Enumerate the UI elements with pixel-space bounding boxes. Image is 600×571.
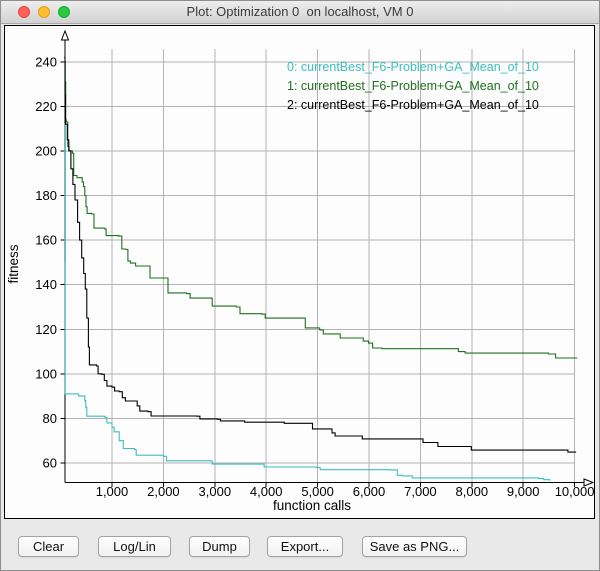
button-row: Clear Log/Lin Dump Export... Save as PNG… <box>1 536 599 558</box>
x-tick-label: 2,000 <box>147 484 180 499</box>
y-tick-label: 240 <box>35 54 57 69</box>
series-line-2 <box>64 57 576 452</box>
x-tick-label: 3,000 <box>199 484 232 499</box>
x-tick-label: 1,000 <box>96 484 129 499</box>
legend-entry: 0: currentBest_F6-Problem+GA_Mean_of_10 <box>287 60 539 74</box>
y-tick-label: 200 <box>35 143 57 158</box>
x-tick-label: 7,000 <box>404 484 437 499</box>
export-button[interactable]: Export... <box>267 536 343 557</box>
y-tick-label: 100 <box>35 366 57 381</box>
y-tick-label: 140 <box>35 277 57 292</box>
clear-button[interactable]: Clear <box>18 536 79 557</box>
legend-entry: 2: currentBest_F6-Problem+GA_Mean_of_10 <box>287 98 539 112</box>
plot-panel: 60 80 100 120 140 160 180 200 220 240 1,000 2,000 3,… <box>4 25 595 519</box>
y-tick-label: 220 <box>35 99 57 114</box>
x-axis-title: function calls <box>273 498 351 513</box>
plot-canvas: 60 80 100 120 140 160 180 200 220 240 1,000 2,000 3,… <box>5 26 594 518</box>
x-tick-label: 8,000 <box>456 484 489 499</box>
window-title: Plot: Optimization 0 on localhost, VM 0 <box>1 1 599 23</box>
save-as-png-button[interactable]: Save as PNG... <box>362 536 467 557</box>
log-lin-button[interactable]: Log/Lin <box>98 536 171 557</box>
x-tick-label: 6,000 <box>353 484 386 499</box>
legend-entry: 1: currentBest_F6-Problem+GA_Mean_of_10 <box>287 79 539 93</box>
x-tick-label: 4,000 <box>250 484 283 499</box>
title-bar[interactable]: Plot: Optimization 0 on localhost, VM 0 <box>1 1 599 24</box>
y-tick-label: 80 <box>43 411 57 426</box>
x-tick-label: 5,000 <box>301 484 334 499</box>
y-tick-label: 160 <box>35 233 57 248</box>
y-tick-label: 120 <box>35 322 57 337</box>
x-tick-label: 10,000 <box>555 484 594 499</box>
plot-window: Plot: Optimization 0 on localhost, VM 0 … <box>0 0 600 571</box>
dump-button[interactable]: Dump <box>189 536 250 557</box>
y-tick-label: 60 <box>43 456 57 471</box>
y-axis-arrow-icon <box>62 31 69 40</box>
y-axis-title: fitness <box>6 244 21 283</box>
x-tick-label: 9,000 <box>507 484 540 499</box>
series-line-0 <box>64 124 550 481</box>
y-tick-label: 180 <box>35 188 57 203</box>
